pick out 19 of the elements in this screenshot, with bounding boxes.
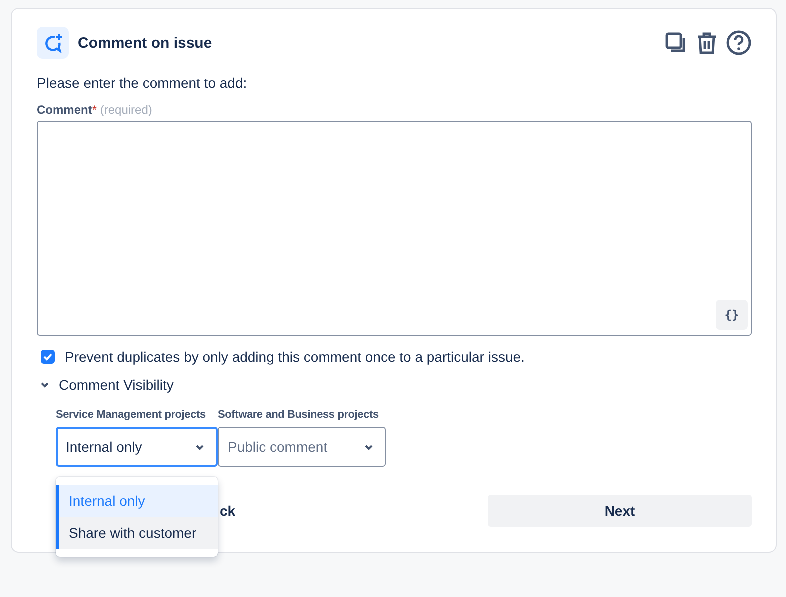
help-icon[interactable] bbox=[726, 30, 752, 56]
menu-option[interactable]: Share with customer bbox=[56, 517, 218, 549]
instruction-text: Please enter the comment to add: bbox=[37, 75, 248, 91]
copy-icon[interactable] bbox=[664, 31, 688, 55]
visibility-select[interactable]: Internal only bbox=[56, 427, 218, 467]
field-label: Comment* (required) bbox=[37, 103, 154, 117]
checkbox-label: Prevent duplicates by only adding this comment once to a particular issue. bbox=[65, 349, 525, 365]
visibility-toggle[interactable]: Comment Visibility bbox=[37, 377, 174, 393]
next-button[interactable]: Next bbox=[488, 495, 752, 527]
comment-icon bbox=[37, 27, 69, 59]
menu-option[interactable]: Internal only bbox=[56, 485, 218, 517]
checkbox[interactable] bbox=[41, 350, 55, 364]
dialog-title: Comment on issue bbox=[78, 34, 214, 52]
select-label: Software and Business projects bbox=[218, 408, 379, 423]
visibility-select[interactable]: Public comment bbox=[218, 427, 386, 467]
select-label: Service Management projects bbox=[56, 408, 206, 423]
comment-field[interactable]: {} bbox=[37, 121, 752, 336]
trash-icon[interactable] bbox=[696, 31, 718, 55]
code-button[interactable]: {} bbox=[716, 300, 748, 330]
